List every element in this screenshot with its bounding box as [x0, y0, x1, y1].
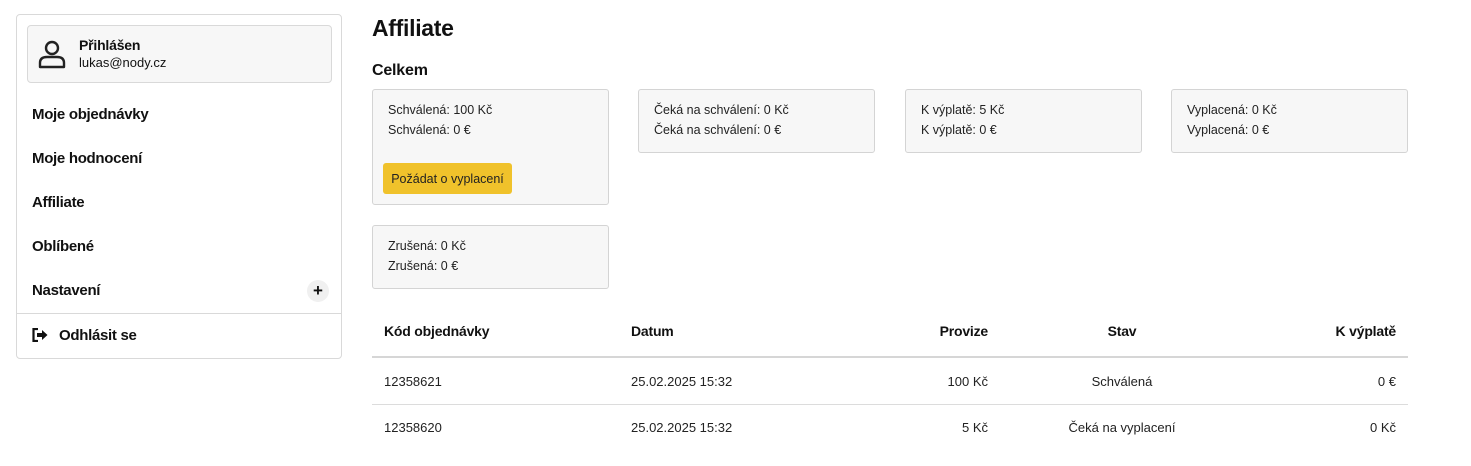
approved-eur: Schválená: 0 €	[388, 123, 471, 137]
sidebar-item-favorites[interactable]: Oblíbené	[32, 238, 94, 255]
approved-card: Schválená: 100 Kč Schválená: 0 € Požádat…	[372, 89, 609, 205]
row-divider	[372, 404, 1408, 405]
to-pay-card: K výplatě: 5 Kč K výplatě: 0 €	[905, 89, 1142, 153]
logout-label: Odhlásit se	[59, 327, 137, 344]
row-status: Schválená	[1091, 374, 1153, 389]
header-status: Stav	[1107, 323, 1137, 339]
settings-expand-icon[interactable]: +	[307, 280, 329, 302]
page-title: Affiliate	[372, 15, 454, 41]
sign-out-icon	[32, 328, 48, 342]
user-status: Přihlášen	[79, 37, 141, 53]
row-date: 25.02.2025 15:32	[631, 374, 733, 389]
to-pay-czk: K výplatě: 5 Kč	[921, 103, 1005, 117]
header-payout: K výplatě	[1335, 323, 1397, 339]
user-email: lukas@nody.cz	[79, 55, 167, 70]
row-status: Čeká na vyplacení	[1068, 420, 1176, 435]
user-card: Přihlášen lukas@nody.cz	[27, 25, 332, 83]
header-commission: Provize	[939, 323, 989, 339]
header-date: Datum	[631, 323, 674, 339]
request-payout-button[interactable]: Požádat o vyplacení	[383, 163, 512, 194]
pending-card: Čeká na schválení: 0 Kč Čeká na schválen…	[638, 89, 875, 153]
row-date: 25.02.2025 15:32	[631, 420, 733, 435]
row-commission: 100 Kč	[947, 374, 988, 389]
cancelled-czk: Zrušená: 0 Kč	[388, 239, 466, 253]
pending-czk: Čeká na schválení: 0 Kč	[654, 103, 789, 117]
header-divider	[372, 356, 1408, 358]
row-order-code: 12358620	[384, 420, 442, 435]
cancelled-card: Zrušená: 0 Kč Zrušená: 0 €	[372, 225, 609, 289]
sidebar-item-orders[interactable]: Moje objednávky	[32, 106, 149, 123]
section-title: Celkem	[372, 62, 428, 79]
row-order-code: 12358621	[384, 374, 442, 389]
approved-czk: Schválená: 100 Kč	[388, 103, 493, 117]
cancelled-eur: Zrušená: 0 €	[388, 259, 459, 273]
row-commission: 5 Kč	[961, 420, 988, 435]
header-order-code: Kód objednávky	[384, 323, 490, 339]
pending-eur: Čeká na schválení: 0 €	[654, 123, 782, 137]
to-pay-eur: K výplatě: 0 €	[921, 123, 997, 137]
paid-card: Vyplacená: 0 Kč Vyplacená: 0 €	[1171, 89, 1408, 153]
paid-eur: Vyplacená: 0 €	[1187, 123, 1270, 137]
sidebar-item-reviews[interactable]: Moje hodnocení	[32, 150, 142, 167]
user-icon	[38, 40, 66, 69]
account-sidebar: Přihlášen lukas@nody.cz Moje objednávky …	[16, 14, 342, 359]
page: Přihlášen lukas@nody.cz Moje objednávky …	[0, 0, 1471, 466]
paid-czk: Vyplacená: 0 Kč	[1187, 103, 1277, 117]
sidebar-item-settings[interactable]: Nastavení	[32, 282, 100, 299]
row-payout: 0 €	[1377, 374, 1396, 389]
sidebar-divider	[17, 313, 341, 314]
sidebar-item-affiliate[interactable]: Affiliate	[32, 194, 85, 211]
row-payout: 0 Kč	[1369, 420, 1396, 435]
